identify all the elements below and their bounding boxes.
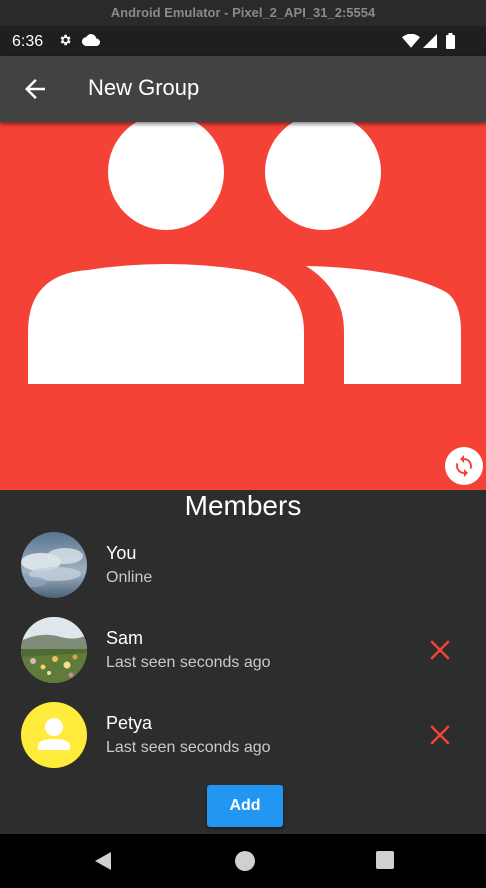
person-placeholder-icon — [38, 718, 70, 750]
refresh-button[interactable] — [445, 447, 483, 485]
remove-member-button[interactable] — [429, 639, 451, 661]
emulator-window-title: Android Emulator - Pixel_2_API_31_2:5554 — [0, 0, 486, 26]
group-icon — [28, 122, 461, 384]
cloud-icon — [82, 34, 100, 46]
settings-icon — [60, 34, 71, 46]
avatar — [21, 617, 87, 683]
member-row[interactable]: Sam Last seen seconds ago — [0, 617, 486, 697]
avatar — [21, 702, 87, 768]
status-time: 6:36 — [12, 33, 44, 50]
cloudy-sky-photo — [21, 532, 87, 598]
signal-icon — [423, 34, 437, 48]
arrow-back-icon[interactable] — [20, 74, 50, 104]
group-image[interactable] — [0, 122, 486, 490]
battery-icon — [446, 33, 455, 49]
member-status: Online — [106, 569, 153, 586]
nav-back-icon[interactable] — [93, 851, 113, 871]
member-row[interactable]: Petya Last seen seconds ago — [0, 702, 486, 782]
flower-meadow-photo — [21, 617, 87, 683]
page-title: New Group — [88, 75, 200, 100]
refresh-icon — [456, 455, 472, 477]
remove-member-button[interactable] — [429, 724, 451, 746]
member-name: You — [106, 543, 137, 563]
member-name: Petya — [106, 713, 153, 733]
nav-home-icon[interactable] — [235, 851, 255, 871]
app-bar: New Group — [0, 56, 486, 122]
member-status: Last seen seconds ago — [106, 654, 271, 671]
avatar — [21, 532, 87, 598]
member-name: Sam — [106, 628, 144, 648]
system-nav-bar — [0, 834, 486, 888]
wifi-icon — [402, 34, 420, 48]
member-status: Last seen seconds ago — [106, 739, 271, 756]
nav-recents-icon[interactable] — [376, 851, 394, 869]
add-member-button[interactable]: Add — [207, 785, 283, 827]
status-bar: 6:36 — [0, 26, 486, 56]
member-row[interactable]: You Online — [0, 532, 486, 612]
members-heading: Members — [184, 490, 302, 521]
